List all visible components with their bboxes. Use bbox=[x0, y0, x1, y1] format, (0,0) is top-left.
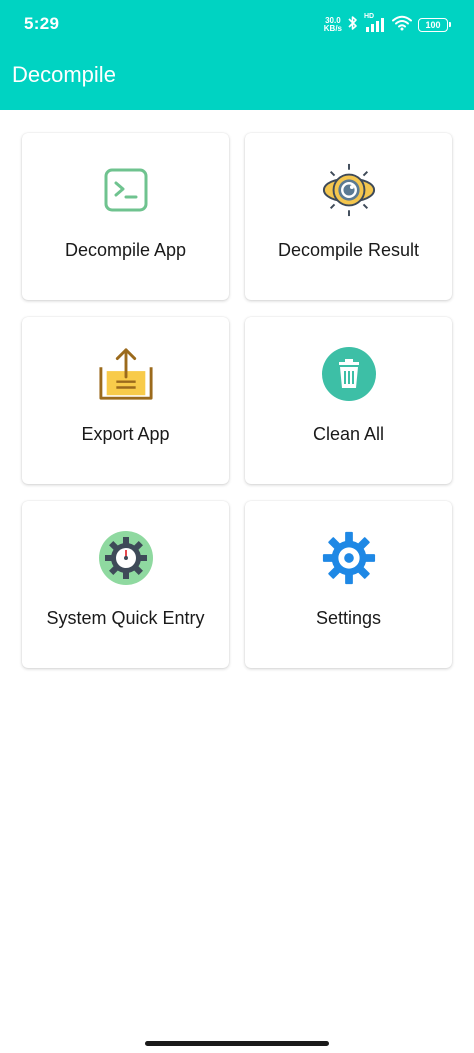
card-label: Export App bbox=[81, 424, 170, 444]
wifi-icon bbox=[392, 15, 412, 36]
battery-icon: 100 bbox=[418, 18, 451, 32]
decompile-app-card[interactable]: Decompile App bbox=[22, 133, 229, 300]
gauge-gear-icon bbox=[98, 530, 154, 586]
card-label: Clean All bbox=[312, 424, 385, 444]
system-quick-entry-card[interactable]: System Quick Entry bbox=[22, 501, 229, 668]
card-label: Decompile Result bbox=[277, 240, 420, 260]
network-speed-unit: KB/s bbox=[323, 24, 342, 33]
feature-grid: Decompile App Decompile Result Export Ap… bbox=[22, 133, 452, 668]
card-label: Decompile App bbox=[64, 240, 187, 260]
trash-icon bbox=[321, 346, 377, 402]
decompile-result-card[interactable]: Decompile Result bbox=[245, 133, 452, 300]
export-app-card[interactable]: Export App bbox=[22, 317, 229, 484]
app-title: Decompile bbox=[12, 62, 116, 87]
status-icons: 30.0 KB/s HD 100 bbox=[324, 13, 451, 36]
clean-all-card[interactable]: Clean All bbox=[245, 317, 452, 484]
settings-gear-icon bbox=[321, 530, 377, 586]
cellular-signal-icon: HD bbox=[364, 13, 386, 33]
network-type-label: HD bbox=[364, 13, 375, 20]
bluetooth-icon bbox=[348, 15, 358, 36]
battery-level: 100 bbox=[425, 19, 441, 30]
card-label: Settings bbox=[315, 608, 382, 628]
home-indicator[interactable] bbox=[145, 1041, 329, 1046]
export-icon bbox=[98, 346, 154, 402]
settings-card[interactable]: Settings bbox=[245, 501, 452, 668]
terminal-icon bbox=[98, 162, 154, 218]
gear-result-icon bbox=[321, 162, 377, 218]
status-time: 5:29 bbox=[24, 14, 60, 33]
status-bar: 5:29 30.0 KB/s HD 100 bbox=[0, 0, 474, 50]
app-bar: 5:29 30.0 KB/s HD 100 Decompile bbox=[0, 0, 474, 110]
network-speed: 30.0 KB/s bbox=[324, 17, 342, 33]
card-label: System Quick Entry bbox=[46, 608, 205, 628]
